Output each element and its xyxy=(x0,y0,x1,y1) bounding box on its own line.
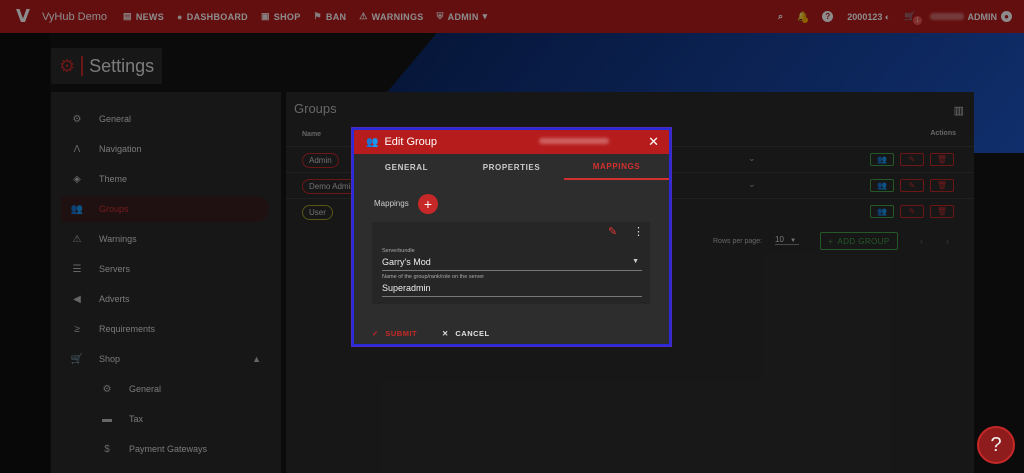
mappings-label: Mappings xyxy=(374,199,409,208)
add-mapping-button[interactable]: + xyxy=(418,194,438,214)
tab-properties[interactable]: PROPERTIES xyxy=(459,154,564,180)
dialog-header: 👥 Edit Group ✕ xyxy=(354,130,669,154)
dropdown-arrow-icon: ▼ xyxy=(632,258,639,265)
close-icon[interactable]: ✕ xyxy=(648,134,659,150)
serverbundle-value: Garry's Mod xyxy=(382,257,431,267)
edit-pencil-icon[interactable]: ✎ xyxy=(608,225,617,238)
cancel-button[interactable]: ✕ CANCEL xyxy=(442,329,490,338)
groups-icon: 👥 xyxy=(366,136,379,148)
dialog-tabs: GENERAL PROPERTIES MAPPINGS xyxy=(354,154,669,180)
tab-general[interactable]: GENERAL xyxy=(354,154,459,180)
help-fab-button[interactable]: ? xyxy=(977,426,1015,464)
dialog-title: Edit Group xyxy=(384,136,438,148)
edit-group-dialog: 👥 Edit Group ✕ GENERAL PROPERTIES MAPPINGS… xyxy=(354,130,669,344)
blurred-text xyxy=(539,138,609,144)
server-group-name-field[interactable]: Superadmin xyxy=(382,283,642,297)
submit-label: SUBMIT xyxy=(385,329,418,338)
serverbundle-label: Serverbundle xyxy=(382,248,415,254)
tab-mappings[interactable]: MAPPINGS xyxy=(564,154,669,180)
server-group-name-label: Name of the group/rank/role on the serve… xyxy=(382,274,485,280)
cancel-label: CANCEL xyxy=(455,329,490,338)
serverbundle-select[interactable]: Garry's Mod ▼ xyxy=(382,257,642,271)
server-group-name-value: Superadmin xyxy=(382,283,431,293)
more-vert-icon[interactable]: ⋮ xyxy=(633,225,644,238)
submit-button[interactable]: ✓ SUBMIT xyxy=(372,329,417,338)
